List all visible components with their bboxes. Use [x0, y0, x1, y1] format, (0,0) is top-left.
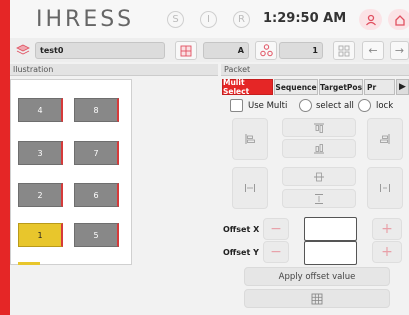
selection-marker [18, 262, 40, 265]
field-a[interactable]: A [203, 42, 249, 59]
cell-3[interactable]: 3 [18, 141, 63, 165]
align-top-button[interactable] [282, 118, 356, 137]
packet-title: Packet [221, 64, 409, 76]
offset-x-input[interactable] [304, 217, 357, 241]
layout-icon [338, 45, 350, 56]
nodes-icon [259, 44, 273, 57]
cell-8[interactable]: 8 [74, 98, 119, 122]
project-name-field[interactable]: test0 [35, 42, 165, 59]
grid-icon [180, 45, 192, 56]
illustration-canvas: 4 8 3 7 2 6 1 5 [10, 79, 132, 265]
align-left-icon [245, 134, 255, 144]
distribute-horizontal-icon [245, 184, 255, 192]
align-bottom-button[interactable] [282, 139, 356, 158]
cell-4[interactable]: 4 [18, 98, 63, 122]
grid-icon [311, 293, 323, 304]
clock: 1:29:50 AM [263, 11, 347, 26]
distribute-horizontal-button[interactable] [232, 167, 268, 209]
offset-y-input[interactable] [304, 241, 357, 265]
tab-pr[interactable]: Pr [364, 79, 395, 95]
use-multi-checkbox[interactable] [230, 99, 243, 112]
field-number[interactable]: 1 [279, 42, 323, 59]
cell-6[interactable]: 6 [74, 183, 119, 207]
select-all-radio[interactable] [299, 99, 312, 112]
select-all-label: select all [316, 101, 354, 111]
user-button[interactable] [359, 9, 382, 30]
align-top-icon [314, 123, 324, 133]
offset-x-plus-button[interactable]: + [372, 218, 402, 240]
layers-icon [16, 44, 30, 55]
tab-multi-select[interactable]: Mulit Select [222, 78, 273, 96]
cell-5[interactable]: 5 [74, 223, 119, 247]
layout-button[interactable] [333, 41, 355, 60]
nodes-button[interactable] [255, 41, 277, 60]
lock-radio[interactable] [358, 99, 371, 112]
tab-sequence[interactable]: Sequence [274, 79, 318, 95]
offset-y-minus-button[interactable]: − [263, 241, 289, 263]
offset-y-label: Offset Y [223, 248, 259, 257]
arrow-right-icon: → [394, 44, 405, 57]
arrow-left-icon: ← [368, 44, 378, 57]
offset-y-plus-button[interactable]: + [372, 241, 402, 263]
home-icon [394, 14, 405, 26]
offset-x-label: Offset X [223, 225, 260, 234]
tab-targetpos[interactable]: TargetPos [319, 79, 363, 95]
distribute-vertical-icon [315, 193, 323, 204]
lock-label: lock [376, 101, 394, 111]
cell-2[interactable]: 2 [18, 183, 63, 207]
illustration-title: llustration [10, 64, 218, 76]
i-button[interactable]: I [200, 11, 217, 28]
grid-select-button[interactable] [175, 41, 197, 60]
offset-x-minus-button[interactable]: − [263, 218, 289, 240]
align-right-button[interactable] [367, 118, 403, 160]
back-button[interactable]: ← [362, 41, 384, 60]
cell-7[interactable]: 7 [74, 141, 119, 165]
r-button[interactable]: R [233, 11, 250, 28]
cell-1-selected[interactable]: 1 [18, 223, 63, 247]
align-right-icon [380, 134, 390, 144]
forward-button[interactable]: → [390, 41, 409, 60]
left-accent-bar [0, 0, 10, 315]
user-icon [365, 14, 376, 25]
distribute-right-icon [380, 184, 390, 192]
triangle-right-icon: ▶ [399, 82, 406, 92]
distribute-vertical-button[interactable] [282, 189, 356, 208]
align-left-button[interactable] [232, 118, 268, 160]
tabs-scroll-right[interactable]: ▶ [396, 79, 409, 95]
app-logo: IHRESS [36, 7, 135, 32]
header: IHRESS S I R 1:29:50 AM [10, 0, 409, 38]
center-vertical-button[interactable] [282, 167, 356, 186]
s-button[interactable]: S [167, 11, 184, 28]
toolbar: test0 A 1 ← → [10, 38, 409, 62]
center-vertical-icon [314, 172, 324, 181]
apply-offset-button[interactable]: Apply offset value [244, 267, 390, 286]
distribute-right-button[interactable] [367, 167, 403, 209]
grid-apply-button[interactable] [244, 289, 390, 308]
use-multi-label: Use Multi [248, 101, 288, 111]
align-bottom-icon [314, 143, 324, 153]
home-button[interactable] [388, 9, 409, 30]
